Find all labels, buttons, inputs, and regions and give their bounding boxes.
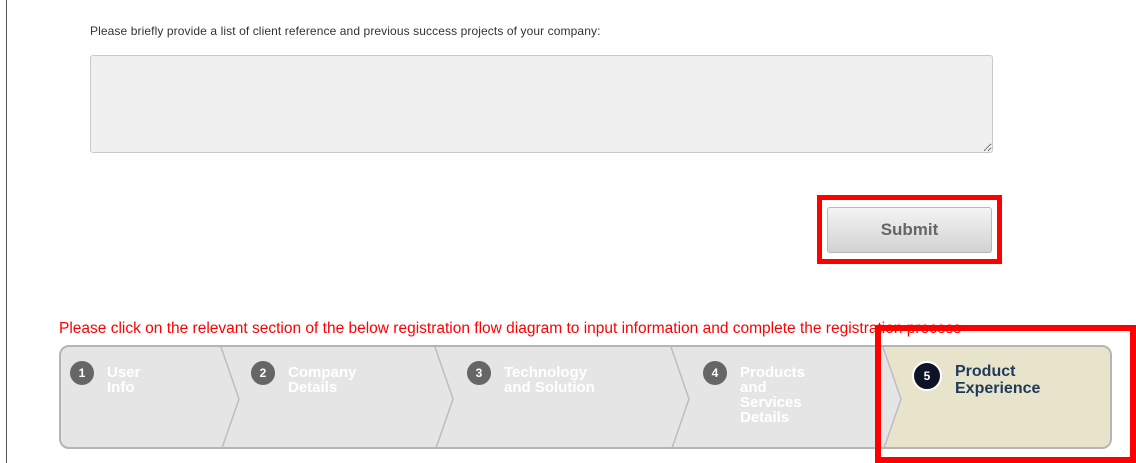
registration-instruction: Please click on the relevant section of …	[59, 320, 962, 337]
step-number-badge: 3	[467, 361, 491, 385]
flow-step-technology-solution[interactable]: 3 Technology and Solution	[467, 361, 604, 395]
flow-step-products-services[interactable]: 4 Products and Services Details	[703, 361, 820, 425]
page-left-border	[6, 0, 7, 463]
step-number-badge: 1	[70, 361, 94, 385]
flow-step-company-details[interactable]: 2 Company Details	[251, 361, 368, 395]
step-label: User Info	[107, 364, 141, 396]
separator-2-3	[434, 347, 454, 447]
submit-highlight-box	[817, 195, 1002, 264]
separator-3-4	[670, 347, 690, 447]
step-label: Products and Services Details	[740, 364, 806, 426]
client-reference-question: Please briefly provide a list of client …	[90, 24, 601, 38]
active-step-highlight-box	[875, 325, 1136, 463]
step-number-badge: 2	[251, 361, 275, 385]
separator-1-2	[220, 347, 240, 447]
flow-step-user-info[interactable]: 1 User Info	[70, 361, 167, 395]
client-reference-textarea[interactable]	[90, 55, 993, 153]
step-label: Company Details	[288, 364, 357, 396]
step-label: Technology and Solution	[504, 364, 595, 396]
step-number-badge: 4	[703, 361, 727, 385]
